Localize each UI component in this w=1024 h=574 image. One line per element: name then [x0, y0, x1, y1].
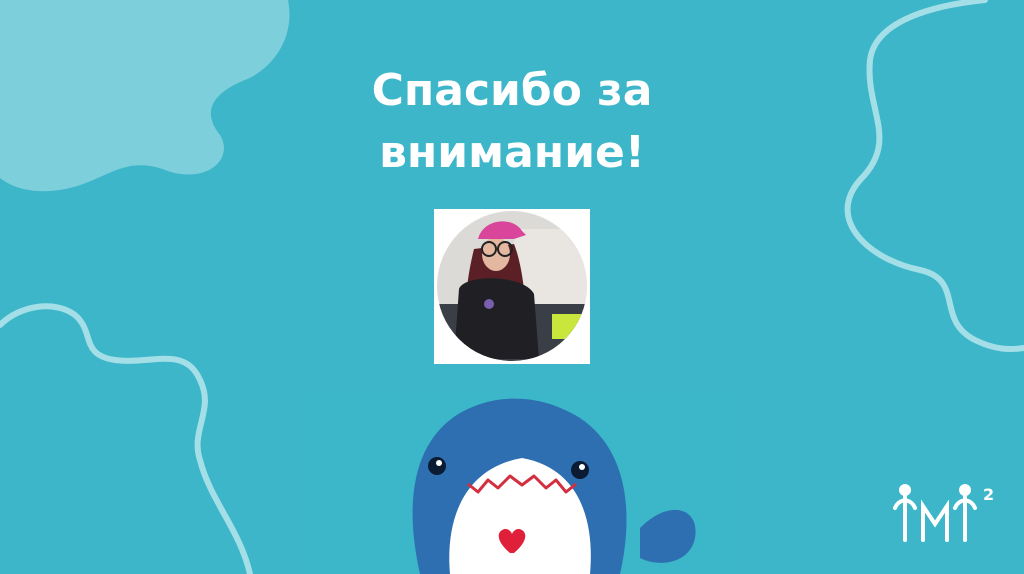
shark-eye-right	[571, 461, 589, 479]
wave-line-left	[0, 303, 253, 574]
shark-eye-left	[428, 457, 446, 475]
blob-decoration	[0, 0, 290, 192]
portrait-photo	[434, 209, 590, 364]
brand-logo: 2	[893, 484, 994, 542]
blue-shark-illustration	[300, 388, 730, 574]
title-line-2: внимание!	[379, 127, 645, 178]
portrait-image	[434, 209, 590, 364]
wave-line-right	[844, 0, 1024, 352]
title-line-1: Спасибо за	[371, 65, 653, 116]
logo-superscript: 2	[983, 485, 994, 504]
slide-title: Спасибо за внимание!	[262, 60, 762, 184]
